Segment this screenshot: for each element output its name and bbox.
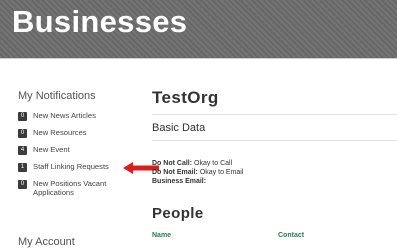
field-key: Do Not Email: bbox=[152, 169, 198, 176]
my-account-heading: My Account bbox=[18, 236, 75, 248]
do-not-email-field: Do Not Email: Okay to Email bbox=[152, 168, 397, 177]
people-heading: People bbox=[152, 205, 204, 222]
banner-divider bbox=[0, 58, 397, 59]
people-table-header: Name Contact bbox=[152, 232, 397, 243]
notification-label: Staff Linking Requests bbox=[33, 162, 109, 171]
page-banner: Businesses bbox=[0, 0, 397, 58]
notification-staff-linking-requests[interactable]: 1 Staff Linking Requests bbox=[18, 162, 159, 174]
notification-event[interactable]: 4 New Event bbox=[18, 145, 133, 155]
notification-news-articles[interactable]: 0 New News Articles bbox=[18, 111, 133, 121]
count-badge: 4 bbox=[18, 146, 27, 155]
do-not-call-field: Do Not Call: Okay to Call bbox=[152, 159, 397, 168]
basic-data-fields: Do Not Call: Okay to Call Do Not Email: … bbox=[152, 159, 397, 186]
main-content: TestOrg Basic Data Do Not Call: Okay to … bbox=[152, 88, 397, 186]
notification-label: New Event bbox=[33, 145, 70, 154]
field-value: Okay to Email bbox=[197, 169, 244, 176]
column-header-name[interactable]: Name bbox=[152, 232, 171, 239]
notification-label: New Resources bbox=[33, 128, 87, 137]
notification-label: New News Articles bbox=[33, 111, 96, 120]
column-header-contact[interactable]: Contact bbox=[278, 232, 304, 239]
page-title: Businesses bbox=[12, 4, 188, 39]
count-badge: 0 bbox=[18, 112, 27, 121]
notification-label: New Positions Vacant Applications bbox=[33, 179, 107, 197]
notification-resources[interactable]: 0 New Resources bbox=[18, 128, 133, 138]
notification-positions-vacant[interactable]: 0 New Positions Vacant Applications bbox=[18, 179, 133, 197]
notifications-sidebar: My Notifications 0 New News Articles 0 N… bbox=[18, 90, 159, 204]
field-key: Business Email: bbox=[152, 178, 207, 185]
field-value: Okay to Call bbox=[192, 160, 233, 167]
count-badge: 1 bbox=[18, 163, 27, 172]
org-name: TestOrg bbox=[152, 88, 219, 107]
basic-data-heading: Basic Data bbox=[152, 122, 206, 134]
basic-data-section: Basic Data bbox=[152, 114, 397, 141]
count-badge: 0 bbox=[18, 129, 27, 138]
notifications-heading: My Notifications bbox=[18, 90, 96, 102]
business-email-field: Business Email: bbox=[152, 177, 397, 186]
count-badge: 0 bbox=[18, 180, 27, 189]
field-key: Do Not Call: bbox=[152, 160, 193, 167]
